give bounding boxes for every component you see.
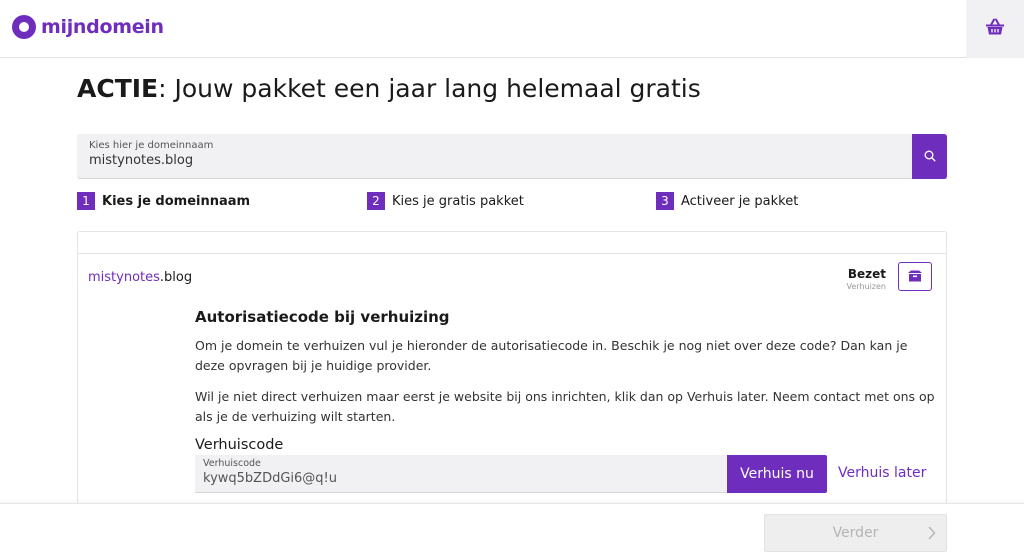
domain-search: Kies hier je domeinnaam	[77, 134, 947, 179]
page-title-rest: : Jouw pakket een jaar lang helemaal gra…	[158, 74, 701, 103]
move-later-link[interactable]: Verhuis later	[838, 465, 926, 481]
top-bar: mijndomein	[0, 0, 1024, 58]
auth-code-input[interactable]	[203, 471, 703, 486]
logo[interactable]: mijndomein	[12, 15, 164, 39]
move-now-button[interactable]: Verhuis nu	[727, 455, 827, 493]
code-heading: Verhuiscode	[195, 437, 284, 453]
transfer-paragraph-2: Wil je niet direct verhuizen maar eerst …	[195, 389, 935, 424]
search-button[interactable]	[912, 134, 947, 179]
auth-code-field: Verhuiscode	[195, 455, 727, 493]
logo-text: mijndomein	[41, 16, 164, 38]
transfer-paragraph-1: Om je domein te verhuizen vul je hierond…	[195, 338, 908, 373]
search-icon	[924, 147, 936, 166]
status-subtitle: Verhuizen	[846, 282, 886, 291]
step-3-number: 3	[656, 192, 674, 210]
domain-extension: .blog	[159, 270, 193, 285]
step-3: 3 Activeer je pakket	[656, 192, 798, 210]
step-1-number: 1	[77, 192, 95, 210]
step-2-label: Kies je gratis pakket	[392, 193, 524, 209]
step-indicator: 1 Kies je domeinnaam 2 Kies je gratis pa…	[77, 192, 947, 212]
search-input[interactable]	[89, 153, 789, 168]
domain-result-panel: mistynotes.blog Bezet Verhuizen Autorisa…	[77, 231, 947, 521]
page-title: ACTIE: Jouw pakket een jaar lang helemaa…	[77, 74, 701, 103]
transfer-title: Autorisatiecode bij verhuizing	[195, 308, 450, 326]
next-button-label: Verder	[832, 525, 879, 541]
step-2-number: 2	[367, 192, 385, 210]
footer-bar: Verder	[0, 503, 1024, 559]
search-label: Kies hier je domeinnaam	[89, 140, 214, 151]
page-title-strong: ACTIE	[77, 74, 159, 103]
code-row: Verhuiscode Verhuis nu Verhuis later	[195, 455, 940, 493]
chevron-right-icon	[928, 526, 936, 544]
step-1-label: Kies je domeinnaam	[102, 193, 251, 209]
basket-icon	[985, 18, 1005, 40]
status-title: Bezet	[847, 267, 886, 281]
panel-header	[78, 232, 946, 254]
basket-button[interactable]	[966, 0, 1024, 58]
step-2: 2 Kies je gratis pakket	[367, 192, 524, 210]
transfer-section: Autorisatiecode bij verhuizing Om je dom…	[195, 308, 940, 493]
step-1: 1 Kies je domeinnaam	[77, 192, 250, 210]
transfer-toggle-button[interactable]	[898, 262, 932, 291]
box-icon	[907, 267, 923, 286]
step-3-label: Activeer je pakket	[681, 193, 799, 209]
next-button[interactable]: Verder	[764, 514, 947, 552]
logo-icon	[12, 15, 36, 39]
domain-name: mistynotes	[88, 270, 160, 285]
domain-result: mistynotes.blog	[88, 270, 192, 285]
domain-status: Bezet Verhuizen	[847, 267, 886, 291]
auth-code-label: Verhuiscode	[203, 458, 261, 469]
